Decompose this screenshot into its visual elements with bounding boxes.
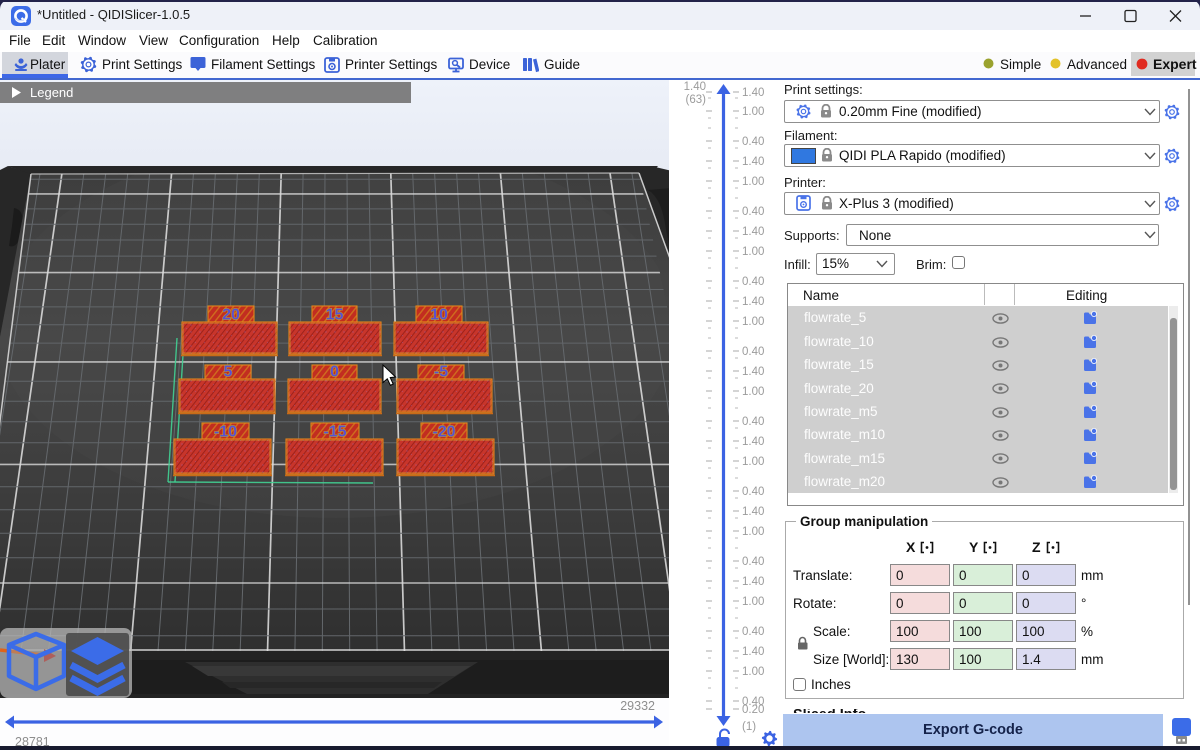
svg-text:-15: -15 [323, 424, 346, 441]
svg-text:29332: 29332 [620, 699, 655, 713]
svg-text:10: 10 [430, 307, 448, 324]
svg-text:1.00: 1.00 [742, 386, 764, 398]
svg-text:1.00: 1.00 [742, 106, 764, 118]
svg-text:1.40: 1.40 [742, 226, 764, 238]
svg-text:0.40: 0.40 [742, 346, 764, 358]
svg-text:1.40: 1.40 [742, 296, 764, 308]
svg-text:-20: -20 [432, 424, 455, 441]
svg-text:1.40: 1.40 [742, 576, 764, 588]
svg-text:0.20: 0.20 [742, 704, 764, 716]
svg-text:1.40: 1.40 [742, 366, 764, 378]
svg-text:1.40: 1.40 [742, 87, 764, 99]
svg-text:0.40: 0.40 [742, 626, 764, 638]
svg-text:-10: -10 [214, 424, 237, 441]
svg-text:-5: -5 [434, 364, 448, 381]
svg-text:1.40: 1.40 [684, 81, 706, 93]
svg-text:1.00: 1.00 [742, 596, 764, 608]
svg-text:1.40: 1.40 [742, 646, 764, 658]
svg-text:20: 20 [222, 307, 240, 324]
svg-text:5: 5 [224, 364, 233, 381]
svg-text:0: 0 [330, 364, 339, 381]
svg-text:1.00: 1.00 [742, 246, 764, 258]
svg-text:1.00: 1.00 [742, 526, 764, 538]
svg-text:1.40: 1.40 [742, 506, 764, 518]
svg-text:1.00: 1.00 [742, 666, 764, 678]
svg-text:(63): (63) [686, 94, 707, 106]
svg-text:1.40: 1.40 [742, 436, 764, 448]
svg-text:0.40: 0.40 [742, 276, 764, 288]
svg-text:(1): (1) [742, 721, 756, 733]
svg-text:1.00: 1.00 [742, 176, 764, 188]
svg-text:0.40: 0.40 [742, 486, 764, 498]
svg-text:1.40: 1.40 [742, 156, 764, 168]
svg-text:1.00: 1.00 [742, 316, 764, 328]
svg-text:0.40: 0.40 [742, 206, 764, 218]
svg-text:0.40: 0.40 [742, 556, 764, 568]
svg-text:1.00: 1.00 [742, 456, 764, 468]
svg-text:15: 15 [326, 307, 344, 324]
svg-text:0.40: 0.40 [742, 136, 764, 148]
svg-text:0.40: 0.40 [742, 416, 764, 428]
